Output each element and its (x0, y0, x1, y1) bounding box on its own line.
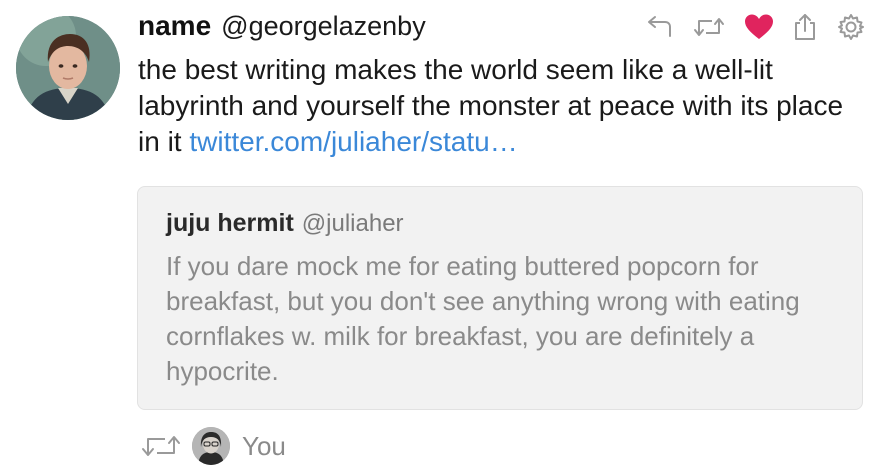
retweet-icon (142, 436, 180, 456)
like-button[interactable] (742, 10, 776, 44)
share-icon (795, 14, 815, 40)
gear-icon (838, 14, 864, 40)
quoted-tweet-card[interactable]: juju hermit @juliaher If you dare mock m… (137, 186, 863, 410)
settings-button[interactable] (834, 10, 868, 44)
heart-icon (745, 14, 773, 39)
reply-button[interactable] (642, 10, 676, 44)
tweet-header: name @georgelazenby (138, 10, 426, 50)
reply-arrow-icon (648, 16, 671, 37)
author-avatar[interactable] (16, 16, 120, 120)
author-handle[interactable]: @georgelazenby (221, 11, 426, 42)
retweet-attribution: You (136, 424, 286, 468)
share-button[interactable] (788, 10, 822, 44)
footer-retweet-indicator (136, 426, 186, 466)
child-portrait-avatar-icon (16, 16, 120, 120)
tweet: name @georgelazenby the best writing mak… (0, 0, 876, 472)
quoted-author-handle[interactable]: @juliaher (302, 210, 404, 238)
tweet-actions (640, 10, 870, 46)
quoted-author-display-name[interactable]: juju hermit (166, 209, 294, 238)
author-display-name[interactable]: name (138, 10, 211, 42)
user-avatar-icon (192, 427, 230, 465)
tweet-text: the best writing makes the world seem li… (138, 52, 858, 160)
retweet-button[interactable] (692, 10, 726, 44)
quoted-tweet-header: juju hermit @juliaher (166, 209, 404, 238)
quoted-tweet-text: If you dare mock me for eating buttered … (166, 251, 800, 386)
retweet-icon (694, 18, 724, 36)
quoted-tweet-link[interactable]: twitter.com/juliaher/statu… (189, 126, 517, 157)
retweeted-by-label[interactable]: You (242, 431, 286, 462)
user-avatar[interactable] (192, 427, 230, 465)
